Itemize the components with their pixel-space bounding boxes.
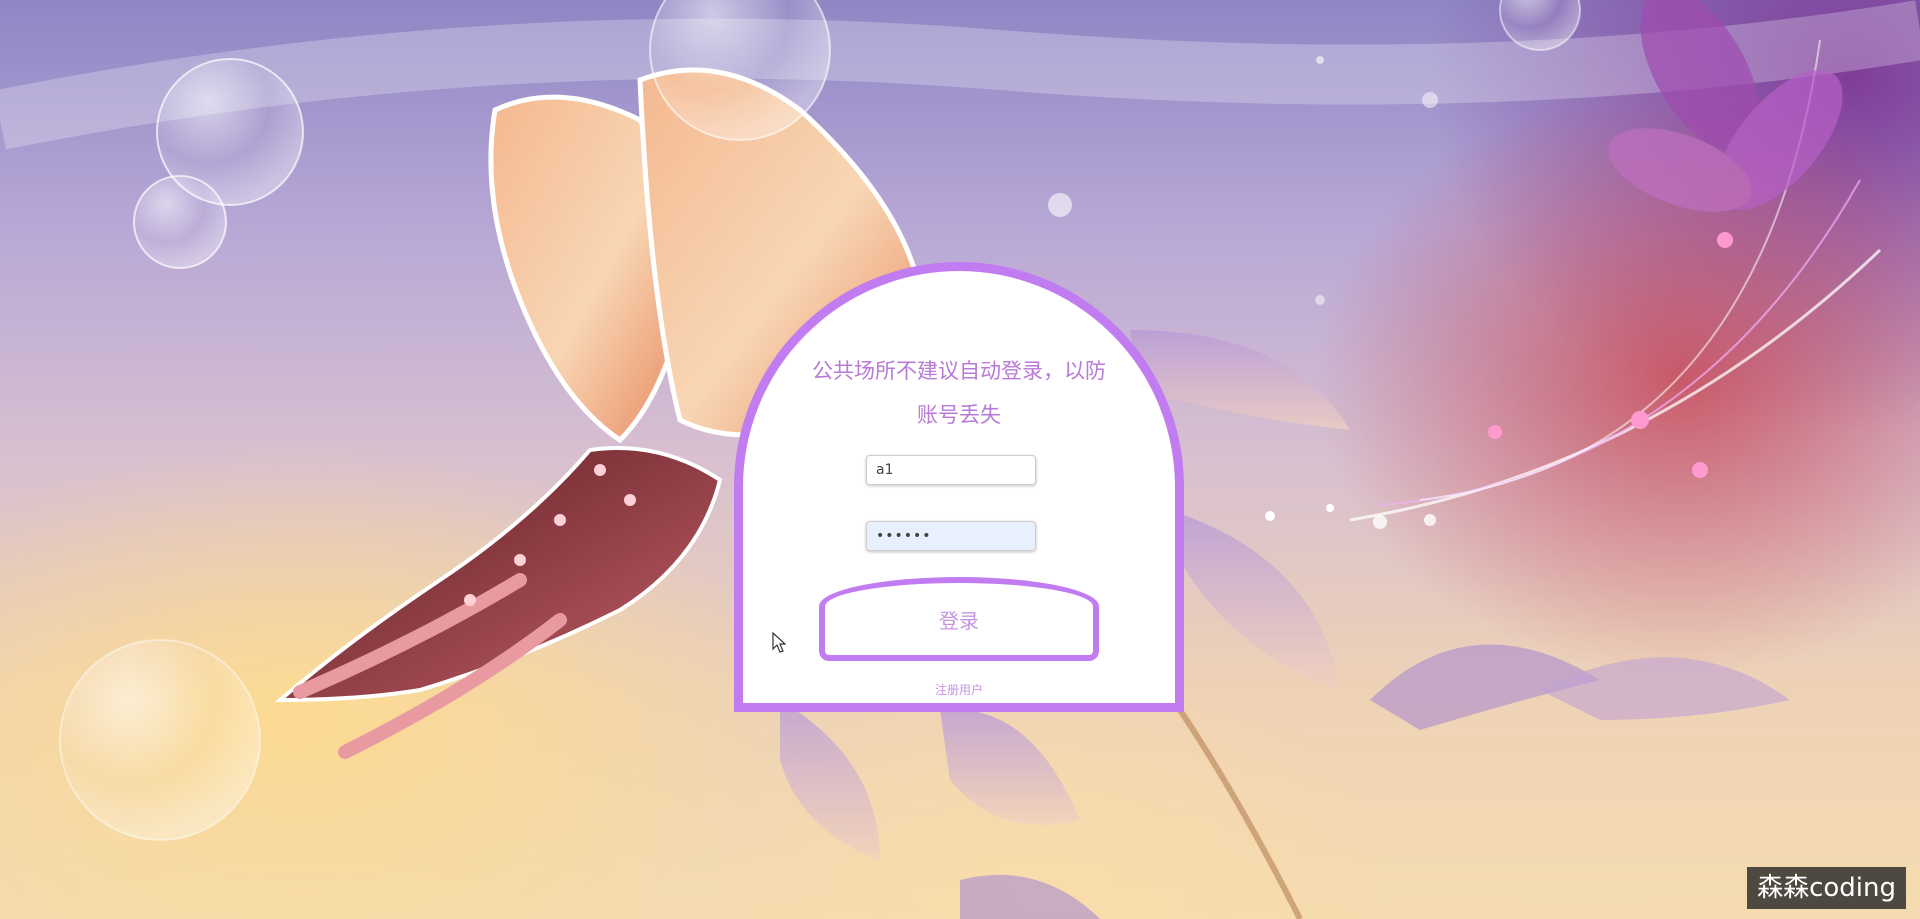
- username-input[interactable]: [866, 455, 1036, 485]
- register-user-link[interactable]: 注册用户: [743, 681, 1175, 698]
- auto-login-warning: 公共场所不建议自动登录，以防账号丢失: [812, 359, 1106, 427]
- login-page: 公共场所不建议自动登录，以防账号丢失 登录 注册用户 森森coding: [0, 0, 1920, 919]
- watermark: 森森coding: [1747, 867, 1906, 909]
- pointer-cursor-icon: [772, 632, 786, 653]
- login-button[interactable]: 登录: [819, 577, 1099, 661]
- login-card: 公共场所不建议自动登录，以防账号丢失 登录 注册用户: [734, 262, 1184, 712]
- password-input[interactable]: [866, 521, 1036, 551]
